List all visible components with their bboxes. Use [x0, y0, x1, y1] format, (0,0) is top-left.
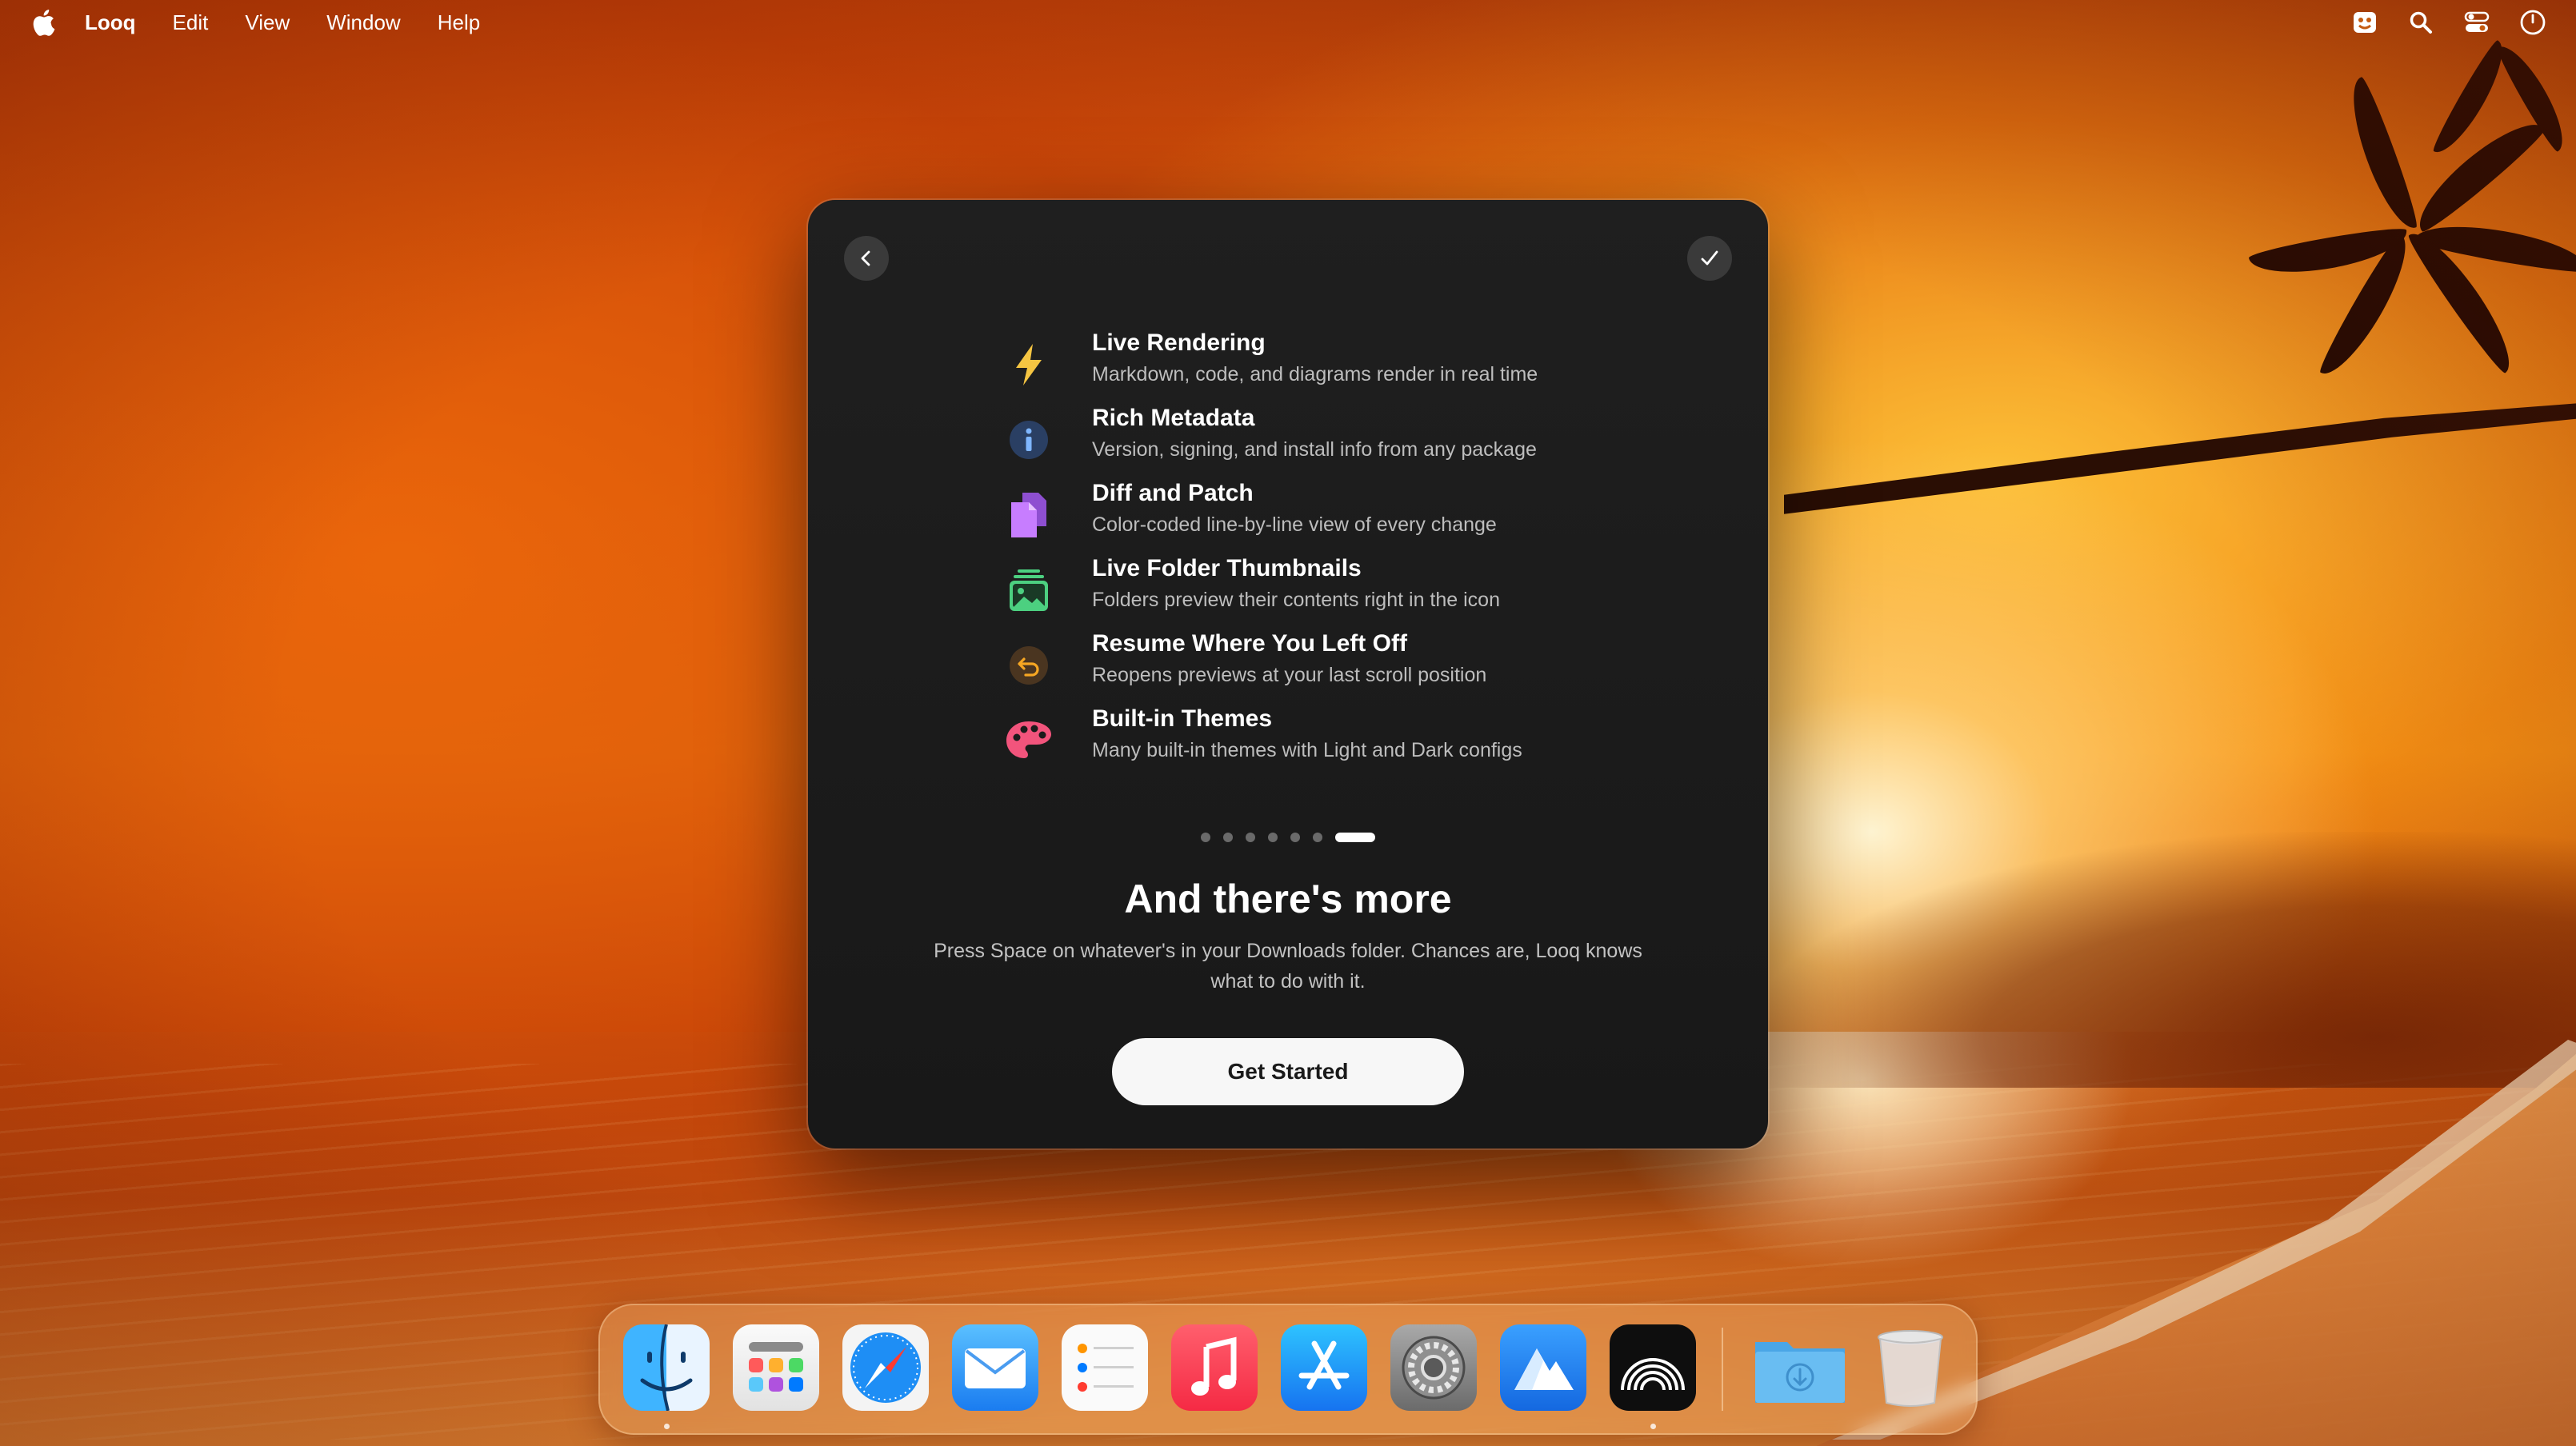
menu-help[interactable]: Help — [438, 0, 480, 45]
launchpad-icon[interactable] — [733, 1324, 819, 1411]
menu-edit[interactable]: Edit — [173, 0, 209, 45]
menu-bar: Looq Edit View Window Help — [0, 0, 2576, 45]
page-dot[interactable] — [1268, 833, 1278, 842]
feature-description: Version, signing, and install info from … — [1092, 438, 1537, 461]
apple-logo-icon[interactable] — [30, 8, 56, 37]
checkmark-icon — [1701, 250, 1718, 266]
feature-item: Diff and Patch Color-coded line-by-line … — [1005, 480, 1645, 555]
page-dot[interactable] — [1313, 833, 1322, 842]
trash-icon[interactable] — [1870, 1324, 1950, 1411]
feature-title: Resume Where You Left Off — [1092, 630, 1407, 657]
feature-description: Markdown, code, and diagrams render in r… — [1092, 363, 1538, 385]
music-icon[interactable] — [1171, 1324, 1258, 1411]
search-icon[interactable] — [2406, 8, 2435, 37]
menu-view[interactable]: View — [245, 0, 290, 45]
lightning-bolt-icon — [1005, 341, 1053, 389]
done-button[interactable] — [1687, 236, 1732, 281]
feature-item: Resume Where You Left Off Reopens previe… — [1005, 630, 1645, 705]
running-indicator — [1650, 1424, 1656, 1429]
downloads-folder-icon[interactable] — [1752, 1324, 1848, 1411]
dock-separator — [1722, 1328, 1723, 1411]
feature-title: Live Rendering — [1092, 330, 1266, 356]
feature-description: Color-coded line-by-line view of every c… — [1092, 513, 1497, 536]
page-headline: And there's more — [1124, 877, 1452, 921]
clock-icon[interactable] — [2518, 8, 2547, 37]
onboarding-window: Live Rendering Markdown, code, and diagr… — [808, 200, 1768, 1148]
feature-title: Rich Metadata — [1092, 405, 1255, 431]
page-dot[interactable] — [1201, 833, 1210, 842]
feature-item: Live Rendering Markdown, code, and diagr… — [1005, 330, 1645, 405]
feature-item: Built-in Themes Many built-in themes wit… — [1005, 705, 1645, 781]
page-dot-active[interactable] — [1335, 833, 1375, 842]
page-subline: Press Space on whatever's in your Downlo… — [934, 940, 1642, 993]
rainbow-app-icon[interactable] — [1610, 1324, 1696, 1411]
reminders-icon[interactable] — [1062, 1324, 1148, 1411]
feature-description: Reopens previews at your last scroll pos… — [1092, 664, 1487, 686]
mail-icon[interactable] — [952, 1324, 1038, 1411]
system-settings-icon[interactable] — [1390, 1324, 1477, 1411]
feature-item: Live Folder Thumbnails Folders preview t… — [1005, 555, 1645, 630]
feature-description: Folders preview their contents right in … — [1092, 589, 1500, 611]
palette-icon — [1005, 717, 1053, 765]
feature-list: Live Rendering Markdown, code, and diagr… — [1005, 330, 1645, 781]
photo-stack-icon — [1005, 566, 1053, 614]
feature-title: Built-in Themes — [1092, 705, 1273, 732]
back-button[interactable] — [844, 236, 889, 281]
app-status-icon[interactable] — [2350, 8, 2379, 37]
feature-description: Many built-in themes with Light and Dark… — [1092, 739, 1522, 761]
app-store-icon[interactable] — [1281, 1324, 1367, 1411]
mountain-app-icon[interactable] — [1500, 1324, 1586, 1411]
page-dot[interactable] — [1223, 833, 1233, 842]
safari-icon[interactable] — [842, 1324, 929, 1411]
dock — [598, 1304, 1978, 1435]
get-started-button[interactable]: Get Started — [1112, 1038, 1464, 1105]
running-indicator — [664, 1424, 670, 1429]
control-center-icon[interactable] — [2462, 8, 2491, 37]
menu-bar-extras — [2350, 0, 2547, 45]
return-arrow-icon — [1005, 641, 1053, 689]
finder-icon[interactable] — [623, 1324, 710, 1411]
menu-window[interactable]: Window — [326, 0, 400, 45]
page-dot[interactable] — [1246, 833, 1255, 842]
menu-app-name[interactable]: Looq — [85, 0, 136, 45]
chevron-left-icon — [861, 250, 870, 266]
feature-title: Diff and Patch — [1092, 480, 1254, 506]
documents-icon — [1005, 491, 1053, 539]
page-dot[interactable] — [1290, 833, 1300, 842]
feature-title: Live Folder Thumbnails — [1092, 555, 1362, 581]
page-indicator — [808, 833, 1768, 842]
feature-item: Rich Metadata Version, signing, and inst… — [1005, 405, 1645, 480]
info-circle-icon — [1005, 416, 1053, 464]
